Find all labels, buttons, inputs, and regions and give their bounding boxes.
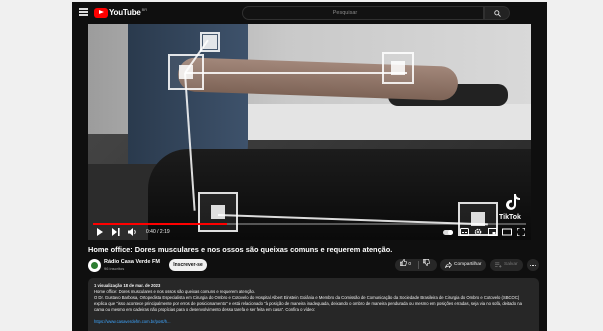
logo-text: YouTube <box>109 8 141 17</box>
description-box[interactable]: 1 visualização 18 de mar. de 2023 Home o… <box>88 278 539 331</box>
more-dots-icon <box>530 264 532 266</box>
channel-name[interactable]: Rádio Casa Verde FM <box>104 259 160 265</box>
miniplayer-icon[interactable] <box>488 228 497 236</box>
volume-icon[interactable] <box>128 228 137 236</box>
search-button[interactable] <box>484 6 510 20</box>
video-desk <box>238 104 531 140</box>
search-input[interactable]: Pesquisar <box>242 6 484 20</box>
play-icon[interactable] <box>96 228 104 236</box>
description-body: O Dr. Gustavo Barbosa, Ortopedista Espec… <box>94 295 522 312</box>
video-title: Home office: Dores musculares e nos osso… <box>88 245 393 254</box>
tiktok-watermark: TikTok <box>499 214 521 221</box>
settings-gear-icon[interactable] <box>474 228 482 236</box>
more-dots-icon <box>534 264 537 266</box>
share-label: Compartilhar <box>454 262 482 267</box>
thumbs-up-icon <box>400 259 407 266</box>
video-player[interactable]: TikTok 0:40 / 2:19 <box>88 24 531 240</box>
hamburger-menu-icon[interactable] <box>79 8 88 16</box>
autoplay-toggle[interactable] <box>443 230 453 235</box>
description-link[interactable]: https://www.casaverdefm.com.br/post/h... <box>94 319 533 325</box>
progress-fill <box>93 223 228 225</box>
player-controls: 0:40 / 2:19 <box>88 226 531 240</box>
channel-avatar[interactable] <box>88 259 101 272</box>
browser-frame: YouTube BR Pesquisar TikTok 0:40 / 2:19 … <box>72 2 547 331</box>
subscriber-count: 96 inscritos <box>104 266 125 271</box>
more-dots-icon <box>532 264 534 266</box>
joint-marker-neck <box>200 32 220 52</box>
dislike-button[interactable] <box>423 259 430 271</box>
progress-bar[interactable] <box>93 223 526 225</box>
tiktok-logo-icon <box>506 194 520 210</box>
top-bar: YouTube BR Pesquisar <box>72 2 547 24</box>
joint-marker-elbow <box>382 52 414 84</box>
share-button[interactable]: Compartilhar <box>440 259 486 271</box>
logo-country-code: BR <box>141 7 148 12</box>
like-count: 0 <box>408 262 412 267</box>
thumbs-down-icon <box>423 259 430 266</box>
posture-line <box>185 72 407 74</box>
search-icon <box>494 10 501 17</box>
subtitles-icon[interactable] <box>460 228 469 236</box>
joint-marker-shoulder <box>168 54 204 90</box>
time-display: 0:40 / 2:19 <box>146 229 170 235</box>
more-actions-button[interactable] <box>527 259 539 271</box>
save-label: Salvar <box>504 262 518 267</box>
share-icon <box>445 262 452 268</box>
next-icon[interactable] <box>112 228 120 236</box>
like-dislike-group: 0 <box>395 259 437 271</box>
add-to-playlist-icon <box>495 262 502 268</box>
fullscreen-icon[interactable] <box>517 228 525 236</box>
save-button[interactable]: Salvar <box>490 259 523 271</box>
like-divider <box>418 261 419 269</box>
youtube-logo[interactable]: YouTube BR <box>94 7 147 18</box>
youtube-play-icon <box>94 7 108 18</box>
subscribe-button[interactable]: Inscrever-se <box>169 259 207 271</box>
theater-mode-icon[interactable] <box>502 228 512 236</box>
like-button[interactable]: 0 <box>400 259 411 271</box>
